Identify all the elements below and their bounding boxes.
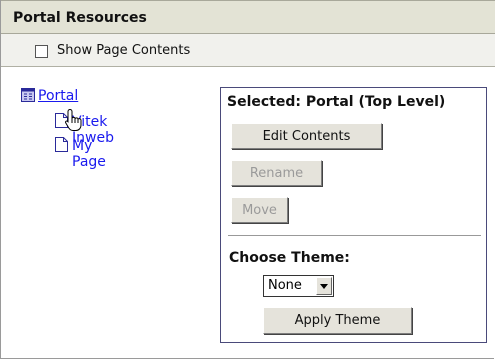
- panel-divider: [228, 235, 481, 236]
- header-bar: Portal Resources: [1, 0, 495, 34]
- choose-theme-label: Choose Theme:: [229, 250, 350, 266]
- rename-button[interactable]: Rename: [231, 160, 322, 186]
- chevron-down-icon[interactable]: [316, 277, 332, 295]
- show-page-contents-label[interactable]: Show Page Contents: [57, 43, 190, 58]
- move-button[interactable]: Move: [231, 197, 288, 223]
- page-icon: [55, 137, 68, 156]
- theme-select[interactable]: None: [263, 275, 334, 297]
- show-page-contents-checkbox[interactable]: [35, 45, 48, 58]
- header-title: Portal Resources: [13, 10, 147, 26]
- tree-item-portal[interactable]: Portal: [38, 88, 78, 104]
- selection-panel: Selected: Portal (Top Level) Edit Conten…: [220, 87, 487, 343]
- options-bar: Show Page Contents: [1, 34, 495, 67]
- apply-theme-button[interactable]: Apply Theme: [263, 307, 412, 334]
- site-icon: [21, 88, 35, 106]
- tree-item-my-page[interactable]: My Page: [72, 138, 106, 170]
- theme-select-value: None: [268, 278, 302, 293]
- panel-title: Selected: Portal (Top Level): [227, 94, 446, 110]
- hand-cursor-icon: [64, 108, 84, 136]
- edit-contents-button[interactable]: Edit Contents: [231, 123, 382, 149]
